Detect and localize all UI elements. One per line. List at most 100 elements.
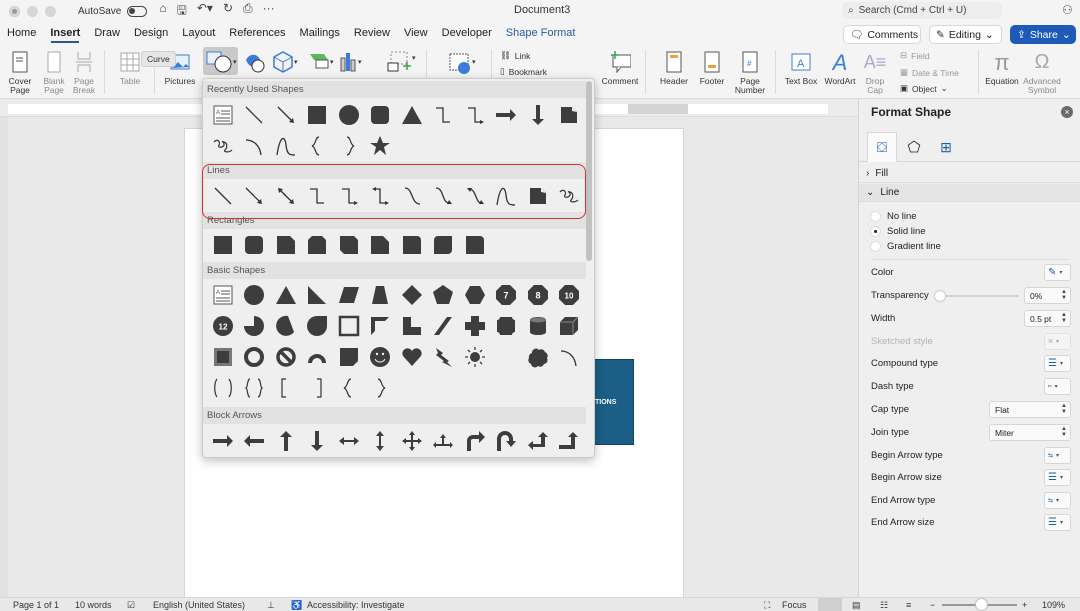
object-button[interactable]: ▣ Object ⌄: [900, 83, 948, 94]
shape-folded[interactable]: [333, 341, 365, 372]
equation-button[interactable]: π Equation: [984, 50, 1020, 86]
shape-rr2[interactable]: [459, 229, 491, 260]
shape-sun[interactable]: [459, 341, 491, 372]
page-break-button[interactable]: Page Break: [70, 50, 98, 95]
close-icon[interactable]: ×: [1061, 106, 1073, 118]
fill-line-tab[interactable]: ⛋: [867, 132, 897, 162]
share-button[interactable]: ⇪ Share ⌄: [1010, 25, 1076, 44]
tab-review[interactable]: Review: [347, 22, 397, 44]
shape-lrarrow[interactable]: [333, 425, 365, 456]
effects-tab[interactable]: ⬠: [899, 132, 929, 162]
accessibility-status[interactable]: Accessibility: Investigate: [307, 600, 405, 610]
shape-textbox[interactable]: A: [207, 99, 239, 130]
shape-donut[interactable]: [239, 341, 271, 372]
shape-chord[interactable]: [270, 310, 302, 341]
shape-lbrack[interactable]: [270, 372, 302, 403]
end-arrow-size-select[interactable]: ☰ ▾: [1044, 514, 1071, 531]
shape-snip4[interactable]: [365, 229, 397, 260]
shape-n12[interactable]: 12: [207, 310, 239, 341]
shape-plaque[interactable]: [491, 310, 523, 341]
zoom-slider-thumb[interactable]: [976, 599, 987, 610]
shape-rrect[interactable]: [239, 229, 271, 260]
text-predictions-icon[interactable]: ⊥: [267, 600, 275, 611]
shape-n10[interactable]: 10: [554, 279, 586, 310]
icons-icon[interactable]: [243, 50, 267, 74]
shape-bevel[interactable]: [207, 341, 239, 372]
shape-noSym[interactable]: [270, 341, 302, 372]
proofing-icon[interactable]: ☑: [127, 600, 135, 611]
tab-view[interactable]: View: [397, 22, 435, 44]
print-icon[interactable]: ⎙: [243, 1, 253, 22]
shape-hex[interactable]: [459, 279, 491, 310]
shape-line[interactable]: [239, 99, 271, 130]
tab-insert[interactable]: Insert: [43, 22, 87, 44]
word-count[interactable]: 10 words: [75, 600, 112, 610]
shape-rect[interactable]: [207, 229, 239, 260]
dropdown-scrollbar[interactable]: [586, 81, 592, 261]
shape-scribble[interactable]: [207, 130, 239, 161]
tab-design[interactable]: Design: [127, 22, 175, 44]
close-window-button[interactable]: [9, 5, 20, 17]
comments-button[interactable]: 🗨 Comments: [843, 25, 921, 44]
focus-button[interactable]: Focus: [782, 600, 807, 610]
shape-diag[interactable]: [428, 310, 460, 341]
shape-moon[interactable]: [491, 341, 523, 372]
page-number-button[interactable]: # Page Number: [731, 50, 769, 95]
autosave-toggle[interactable]: [127, 5, 148, 17]
zoom-window-button[interactable]: [45, 5, 56, 17]
tab-draw[interactable]: Draw: [87, 22, 127, 44]
shape-cloud[interactable]: [522, 341, 554, 372]
shape-paren[interactable]: [207, 372, 239, 403]
3d-models-icon[interactable]: ▾: [272, 50, 300, 74]
shape-braces[interactable]: [239, 372, 271, 403]
transparency-slider[interactable]: [935, 291, 1019, 301]
shape-rbrace[interactable]: [333, 130, 365, 161]
link-button[interactable]: ⛓ Link: [500, 50, 530, 61]
tab-developer[interactable]: Developer: [435, 22, 499, 44]
shape-rbrack[interactable]: [302, 372, 334, 403]
shape-rr2[interactable]: [396, 229, 428, 260]
width-input[interactable]: 0.5 pt ▲ ▼: [1024, 310, 1071, 327]
shape-n8[interactable]: 8: [522, 279, 554, 310]
shape-plus[interactable]: [459, 310, 491, 341]
tab-references[interactable]: References: [222, 22, 292, 44]
solid-line-radio[interactable]: Solid line: [871, 226, 926, 237]
shape-arc[interactable]: [239, 130, 271, 161]
shape-rect[interactable]: [302, 99, 334, 130]
shape-wave[interactable]: [270, 130, 302, 161]
page-count[interactable]: Page 1 of 1: [13, 600, 59, 610]
shape-snip3[interactable]: [333, 229, 365, 260]
minimize-window-button[interactable]: [27, 5, 38, 17]
shape-bent[interactable]: [459, 425, 491, 456]
zoom-level[interactable]: 109%: [1042, 600, 1065, 610]
shape-uarrow[interactable]: [270, 425, 302, 456]
shape-uturn[interactable]: [491, 425, 523, 456]
undo-icon[interactable]: ↶▾: [197, 1, 213, 22]
shape-lbrace[interactable]: [333, 372, 365, 403]
shape-lshape[interactable]: [396, 310, 428, 341]
shape-arrow[interactable]: [270, 99, 302, 130]
shape-lrup[interactable]: [428, 425, 460, 456]
tab-layout[interactable]: Layout: [175, 22, 222, 44]
chart-icon[interactable]: ▾: [338, 50, 366, 74]
shape-quad[interactable]: [396, 425, 428, 456]
size-properties-tab[interactable]: ⊞: [931, 132, 961, 162]
draft-icon[interactable]: ≡: [906, 600, 911, 610]
shape-freeform[interactable]: [554, 99, 586, 130]
shape-snip2[interactable]: [302, 229, 334, 260]
line-section[interactable]: ⌄ Line: [859, 184, 1080, 202]
shape-smiley[interactable]: [365, 341, 397, 372]
date-time-button[interactable]: ▦ Date & Time: [900, 67, 959, 78]
shape-bentup[interactable]: [554, 425, 586, 456]
shape-star[interactable]: [365, 130, 397, 161]
shape-tri[interactable]: [270, 279, 302, 310]
shape-snip1[interactable]: [270, 229, 302, 260]
vertical-ruler[interactable]: [0, 117, 8, 597]
save-icon[interactable]: 🖫: [177, 1, 187, 22]
begin-arrow-type-select[interactable]: ⇆ ▾: [1044, 447, 1071, 464]
shape-leftup[interactable]: [522, 425, 554, 456]
dash-type-select[interactable]: ┅ ▾: [1044, 378, 1071, 395]
shape-bolt[interactable]: [428, 341, 460, 372]
text-shape[interactable]: TIONS: [590, 359, 634, 445]
shape-lbrace[interactable]: [302, 130, 334, 161]
